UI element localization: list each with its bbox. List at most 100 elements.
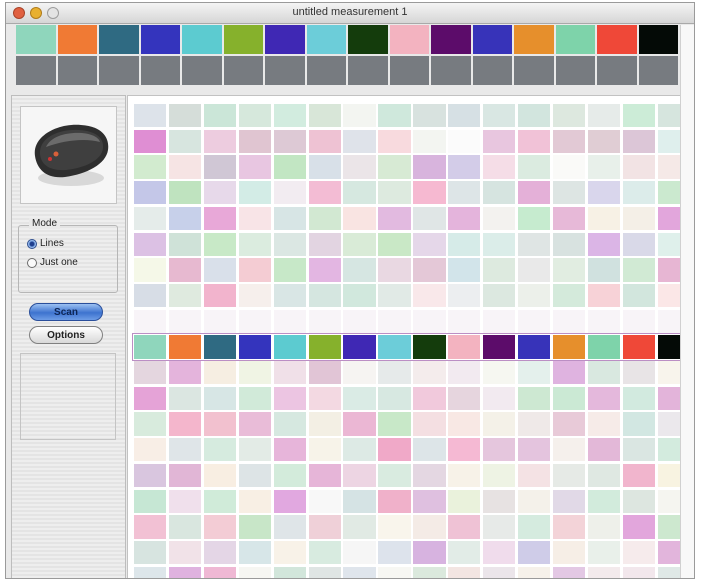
color-patch[interactable] [134,361,167,385]
color-patch[interactable] [517,232,551,256]
color-patch[interactable] [203,463,237,488]
color-patch[interactable] [273,309,306,333]
color-patch[interactable] [203,412,237,436]
color-patch[interactable] [134,438,167,462]
color-patch[interactable] [448,309,481,333]
color-patch[interactable] [134,463,167,488]
color-patch[interactable] [238,129,272,154]
color-patch[interactable] [203,361,237,385]
color-patch[interactable] [378,181,411,205]
color-patch[interactable] [238,540,272,565]
color-patch[interactable] [483,463,516,488]
color-patch[interactable] [413,258,446,282]
color-patch[interactable] [552,515,586,539]
color-patch[interactable] [587,232,621,256]
color-patch[interactable] [343,515,376,539]
color-patch[interactable] [168,232,202,256]
color-patch[interactable] [552,283,586,308]
color-patch[interactable] [552,206,586,231]
color-patch[interactable] [168,515,202,539]
color-patch[interactable] [168,438,202,462]
color-patch[interactable] [587,155,621,179]
color-patch[interactable] [273,181,306,205]
color-patch[interactable] [343,309,376,333]
color-patch[interactable] [517,258,551,282]
color-patch[interactable] [168,386,202,411]
color-patch[interactable] [238,566,272,578]
color-patch[interactable] [134,206,167,231]
color-patch[interactable] [378,155,411,179]
color-patch[interactable] [308,155,341,179]
color-patch[interactable] [168,181,202,205]
color-patch[interactable] [343,258,376,282]
color-patch[interactable] [517,129,551,154]
color-patch[interactable] [517,566,551,578]
color-patch[interactable] [413,412,446,436]
color-patch[interactable] [134,232,167,256]
color-patch[interactable] [203,258,237,282]
color-patch[interactable] [273,258,306,282]
color-patch[interactable] [203,386,237,411]
color-patch[interactable] [552,104,586,128]
color-patch[interactable] [622,309,655,333]
color-patch[interactable] [343,540,376,565]
color-patch[interactable] [517,438,551,462]
color-patch[interactable] [448,206,481,231]
color-patch[interactable] [622,181,655,205]
color-patch[interactable] [413,155,446,179]
just-one-radio[interactable] [27,257,37,268]
mode-option-just-one[interactable]: Just one [27,257,78,268]
color-patch[interactable] [238,258,272,282]
color-patch[interactable] [483,540,516,565]
color-patch[interactable] [622,515,655,539]
color-patch[interactable] [343,463,376,488]
color-patch[interactable] [273,232,306,256]
color-patch[interactable] [587,515,621,539]
color-patch[interactable] [343,412,376,436]
color-patch[interactable] [483,206,516,231]
color-patch[interactable] [238,309,272,333]
color-patch[interactable] [622,258,655,282]
color-patch[interactable] [343,386,376,411]
color-patch[interactable] [587,206,621,231]
color-patch[interactable] [413,129,446,154]
color-patch[interactable] [448,155,481,179]
color-patch[interactable] [483,283,516,308]
color-patch[interactable] [273,129,306,154]
color-patch[interactable] [448,412,481,436]
color-patch[interactable] [587,361,621,385]
color-patch[interactable] [343,438,376,462]
color-patch[interactable] [517,104,551,128]
color-patch[interactable] [308,412,341,436]
color-patch[interactable] [168,540,202,565]
color-patch[interactable] [238,232,272,256]
color-patch[interactable] [413,566,446,578]
color-patch[interactable] [134,489,167,513]
color-patch[interactable] [343,104,376,128]
color-patch[interactable] [448,283,481,308]
color-patch[interactable] [238,361,272,385]
color-patch[interactable] [378,463,411,488]
color-patch[interactable] [308,181,341,205]
color-patch[interactable] [378,412,411,436]
color-patch[interactable] [552,232,586,256]
color-patch[interactable] [203,206,237,231]
color-patch[interactable] [622,566,655,578]
color-patch[interactable] [378,515,411,539]
color-patch[interactable] [308,438,341,462]
color-patch[interactable] [134,540,167,565]
color-patch[interactable] [343,232,376,256]
color-patch[interactable] [552,463,586,488]
color-patch[interactable] [168,463,202,488]
color-patch[interactable] [413,283,446,308]
color-patch[interactable] [238,386,272,411]
color-patch[interactable] [238,515,272,539]
color-patch[interactable] [168,206,202,231]
color-patch[interactable] [517,540,551,565]
color-patch[interactable] [168,104,202,128]
lines-radio[interactable] [27,238,37,249]
color-patch[interactable] [308,361,341,385]
color-patch[interactable] [587,104,621,128]
color-patch[interactable] [273,489,306,513]
color-patch[interactable] [413,181,446,205]
